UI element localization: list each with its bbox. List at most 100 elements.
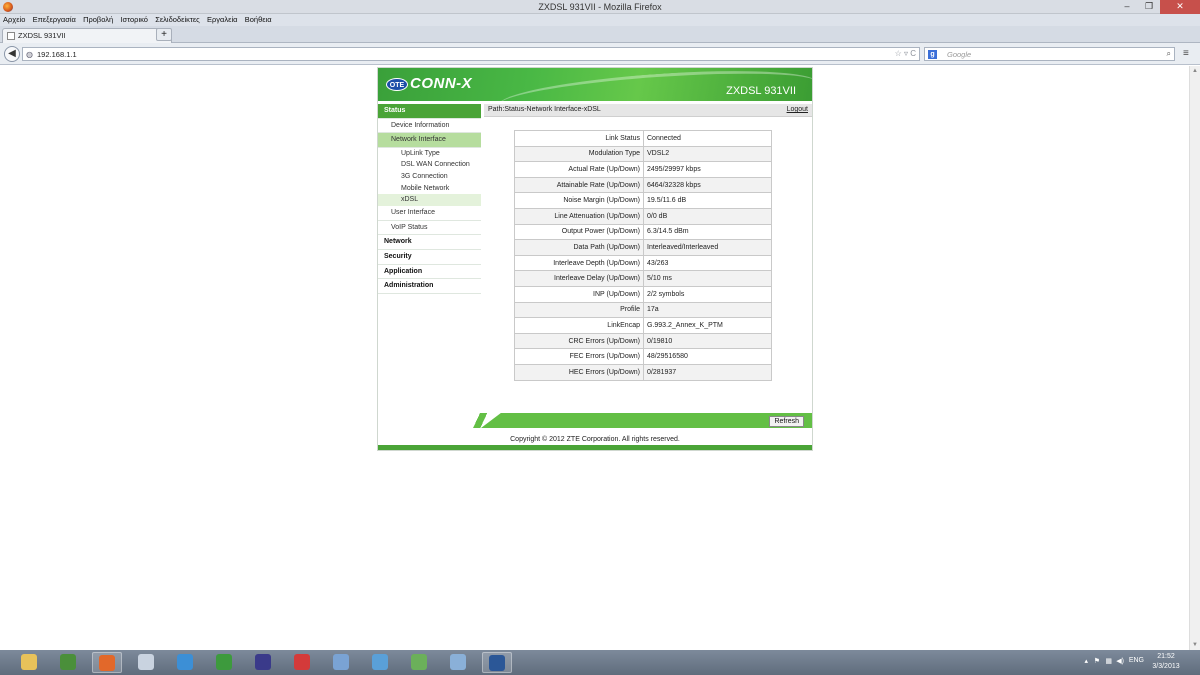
minimize-button[interactable]: – — [1116, 0, 1138, 14]
sidebar-item-dsl-wan-connection[interactable]: DSL WAN Connection — [378, 159, 481, 171]
taskbar-internet-explorer-icon[interactable] — [170, 652, 200, 673]
taskbar-notepad-icon[interactable] — [131, 652, 161, 673]
stat-value: 43/263 — [643, 254, 772, 272]
sidebar-item-device-information[interactable]: Device Information — [378, 119, 481, 134]
stat-value: 2495/29997 kbps — [643, 161, 772, 178]
scroll-down-icon[interactable]: ▼ — [1192, 642, 1198, 648]
taskbar-remote-desktop-icon[interactable] — [443, 652, 473, 673]
table-row: Data Path (Up/Down) Interleaved/Interleav… — [514, 239, 772, 256]
menu-icon[interactable]: ≡ — [1183, 48, 1189, 59]
stat-label: Attainable Rate (Up/Down) — [514, 176, 644, 194]
taskbar-firefox-icon[interactable] — [92, 652, 122, 673]
taskbar-chrome-icon[interactable] — [53, 652, 83, 673]
page-content: OTE CONN-X ZXDSL 931VII Status Device Inf… — [0, 66, 1189, 650]
logout-link[interactable]: Logout — [787, 106, 808, 113]
taskbar-utorrent-icon[interactable] — [209, 652, 239, 673]
window-title: ZXDSL 931VII - Mozilla Firefox — [538, 2, 662, 12]
sidebar-item-status[interactable]: Status — [378, 104, 481, 119]
taskbar: ▴ ⚑ ▦ ◀) ENG 21:52 3/3/2013 — [0, 650, 1200, 675]
maximize-button[interactable]: ❐ — [1138, 0, 1160, 14]
globe-icon: ◍ — [26, 50, 33, 59]
xdsl-stats-table: Link Status Connected Modulation Type VDSL2… — [514, 130, 772, 381]
taskbar-network-globe-icon[interactable] — [365, 652, 395, 673]
table-row: LinkEncap G.993.2_Annex_K_PTM — [514, 317, 772, 334]
tab-label: ZXDSL 931VII — [18, 31, 66, 40]
navigation-bar: ◀ ◍ 192.168.1.1 ☆ ▿ C g Google ⌕ ≡ — [0, 43, 1200, 65]
stat-label: Modulation Type — [514, 145, 644, 163]
paint-icon — [333, 654, 349, 670]
table-row: Profile 17a — [514, 301, 772, 319]
menu-edit[interactable]: Επεξεργασία — [30, 14, 78, 24]
menu-tools[interactable]: Εργαλεία — [204, 14, 239, 24]
file-explorer-icon — [21, 654, 37, 670]
page-favicon — [7, 32, 15, 40]
utorrent-icon — [216, 654, 232, 670]
search-icon[interactable]: ⌕ — [1167, 49, 1171, 59]
sidebar-item-voip-status[interactable]: VoIP Status — [378, 221, 481, 236]
taskbar-word-icon[interactable] — [482, 652, 512, 673]
footer-line — [378, 445, 812, 450]
stat-label: Link Status — [514, 130, 644, 147]
menu-bookmarks[interactable]: Σελιδοδείκτες — [152, 14, 202, 24]
table-row: Actual Rate (Up/Down) 2495/29997 kbps — [514, 161, 772, 178]
new-tab-button[interactable]: + — [156, 28, 172, 41]
network-icon[interactable]: ▦ — [1105, 657, 1112, 665]
taskbar-media-player-icon[interactable] — [248, 652, 278, 673]
clock-date[interactable]: 3/3/2013 — [1146, 663, 1186, 670]
table-row: Attainable Rate (Up/Down) 6464/32328 kbps — [514, 176, 772, 194]
google-engine-icon[interactable]: g — [928, 50, 937, 59]
taskbar-paint-icon[interactable] — [326, 652, 356, 673]
sidebar-item-3g-connection[interactable]: 3G Connection — [378, 171, 481, 183]
flag-icon[interactable]: ⚑ — [1094, 657, 1100, 665]
menu-help[interactable]: Βοήθεια — [242, 14, 274, 24]
menu-bar: Αρχείο Επεξεργασία Προβολή Ιστορικό Σελι… — [0, 14, 1200, 26]
menu-file[interactable]: Αρχείο — [0, 14, 27, 24]
connx-logo: CONN-X — [410, 75, 473, 92]
tray-up-icon[interactable]: ▴ — [1084, 657, 1088, 665]
stat-label: HEC Errors (Up/Down) — [514, 363, 644, 381]
sidebar-item-uplink-type[interactable]: UpLink Type — [378, 148, 481, 160]
footer-band — [481, 413, 812, 428]
table-row: Interleave Delay (Up/Down) 5/10 ms — [514, 270, 772, 287]
volume-icon[interactable]: ◀) — [1116, 657, 1124, 665]
search-placeholder[interactable]: Google — [947, 50, 971, 59]
taskbar-users-icon[interactable] — [404, 652, 434, 673]
stat-value: 0/281937 — [643, 363, 772, 381]
stat-label: Line Attenuation (Up/Down) — [514, 207, 644, 225]
router-model: ZXDSL 931VII — [726, 85, 796, 97]
users-icon — [411, 654, 427, 670]
taskbar-file-explorer-icon[interactable] — [14, 652, 44, 673]
sidebar-item-network-interface[interactable]: Network Interface — [378, 133, 481, 148]
browser-tab[interactable]: ZXDSL 931VII — [2, 28, 172, 43]
bookmark-star-icon[interactable]: ☆ ▿ C — [895, 49, 916, 58]
sidebar-item-network[interactable]: Network — [378, 235, 481, 250]
url-bar[interactable]: ◍ 192.168.1.1 ☆ ▿ C — [22, 47, 920, 61]
vertical-scrollbar[interactable]: ▲ ▼ — [1189, 66, 1200, 650]
back-button[interactable]: ◀ — [4, 46, 20, 62]
stat-label: INP (Up/Down) — [514, 285, 644, 303]
search-box[interactable]: g Google ⌕ — [924, 47, 1175, 61]
sidebar-item-application[interactable]: Application — [378, 265, 481, 280]
clock-time[interactable]: 21:52 — [1146, 653, 1186, 660]
remote-desktop-icon — [450, 654, 466, 670]
menu-view[interactable]: Προβολή — [80, 14, 115, 24]
media-player-icon — [255, 654, 271, 670]
sidebar-item-security[interactable]: Security — [378, 250, 481, 265]
table-row: INP (Up/Down) 2/2 symbols — [514, 285, 772, 303]
taskbar-download-manager-icon[interactable] — [287, 652, 317, 673]
table-row: Noise Margin (Up/Down) 19.5/11.6 dB — [514, 192, 772, 209]
table-row: Interleave Depth (Up/Down) 43/263 — [514, 254, 772, 272]
stat-value: Interleaved/Interleaved — [643, 239, 772, 256]
sidebar-item-user-interface[interactable]: User Interface — [378, 206, 481, 221]
language-indicator[interactable]: ENG — [1129, 657, 1144, 664]
url-text[interactable]: 192.168.1.1 — [37, 50, 77, 59]
scroll-up-icon[interactable]: ▲ — [1192, 68, 1198, 74]
sidebar-item-xdsl[interactable]: xDSL — [378, 194, 481, 207]
sidebar-item-administration[interactable]: Administration — [378, 279, 481, 294]
refresh-button[interactable]: Refresh — [769, 416, 804, 427]
table-row: Output Power (Up/Down) 6.3/14.5 dBm — [514, 223, 772, 241]
sidebar-item-mobile-network[interactable]: Mobile Network — [378, 183, 481, 195]
close-window-button[interactable]: ✕ — [1160, 0, 1200, 14]
system-tray: ▴ ⚑ ▦ ◀) ENG 21:52 3/3/2013 — [1060, 650, 1200, 675]
menu-history[interactable]: Ιστορικό — [117, 14, 150, 24]
